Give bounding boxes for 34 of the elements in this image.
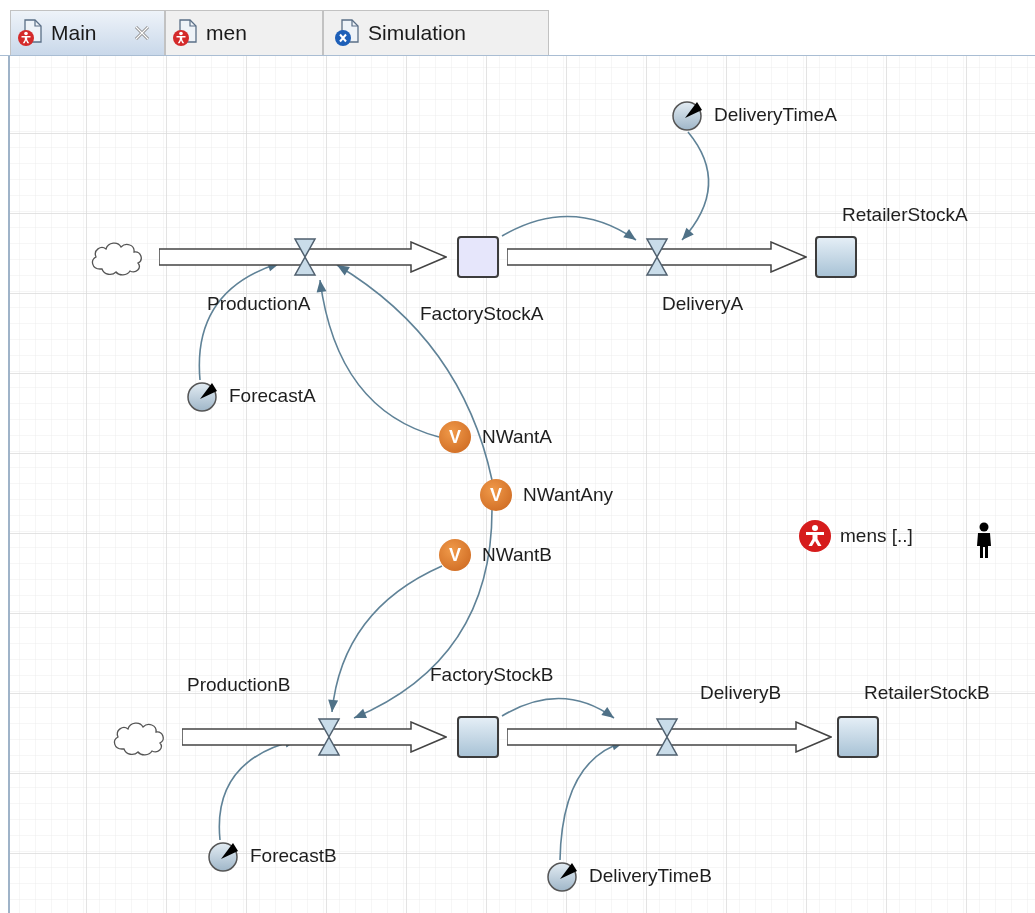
person-icon [975, 522, 993, 558]
stock-label: FactoryStockA [420, 302, 544, 326]
editor-tab[interactable]: men [165, 10, 323, 55]
stock-box[interactable] [457, 716, 499, 758]
agent-icon[interactable] [798, 519, 832, 553]
stock-box[interactable] [815, 236, 857, 278]
parameter-label: ForecastA [229, 384, 316, 408]
valve-icon[interactable] [655, 717, 679, 757]
stock-label: RetailerStockB [864, 681, 990, 705]
parameter-icon[interactable] [546, 859, 580, 893]
parameter-icon[interactable] [671, 98, 705, 132]
variable-label: NWantA [482, 425, 553, 449]
population-label: mens [..] [840, 524, 913, 548]
agent-document-icon [17, 19, 43, 47]
valve-icon[interactable] [317, 717, 341, 757]
stock-box[interactable] [837, 716, 879, 758]
agent-document-icon [172, 19, 198, 47]
parameter-label: DeliveryTimeB [589, 864, 712, 888]
stock-label: FactoryStockB [430, 663, 554, 687]
parameter-label: DeliveryTimeA [714, 103, 837, 127]
parameter-icon[interactable] [207, 839, 241, 873]
flow-label: ProductionB [187, 673, 291, 697]
editor-tab[interactable]: Simulation [323, 10, 549, 55]
valve-icon[interactable] [645, 237, 669, 277]
parameter-icon[interactable] [186, 379, 220, 413]
flow-label: DeliveryA [662, 292, 744, 316]
flow-label: DeliveryB [700, 681, 782, 705]
stock-label: RetailerStockA [842, 203, 968, 227]
editor-tab[interactable]: Main [10, 10, 165, 55]
parameter-label: ForecastB [250, 844, 337, 868]
stock-box[interactable] [457, 236, 499, 278]
variable-label: NWantAny [523, 483, 614, 507]
experiment-document-icon [334, 19, 360, 47]
valve-icon[interactable] [293, 237, 317, 277]
